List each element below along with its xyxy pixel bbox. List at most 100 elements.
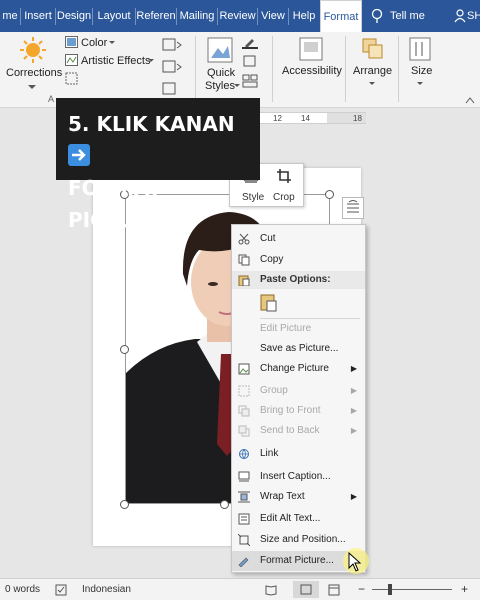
accessibility-icon (299, 37, 323, 61)
alt-text-icon (238, 513, 250, 525)
tab-home[interactable]: me (0, 0, 20, 32)
menu-item-size-and-position[interactable]: Size and Position... (232, 530, 365, 550)
tab-format[interactable]: Format (320, 0, 362, 32)
picture-layout-icon (242, 74, 258, 88)
horizontal-ruler: 12 14 18 (256, 112, 366, 124)
resize-handle[interactable] (220, 500, 229, 509)
chevron-down-icon (234, 84, 240, 87)
menu-item-copy[interactable]: Copy (232, 250, 365, 270)
ruler-tick: 14 (301, 114, 310, 123)
menu-item-link[interactable]: Link (232, 444, 365, 464)
status-bar: 0 words Indonesian − + (0, 578, 480, 600)
artistic-effects-button[interactable]: Artistic Effects (81, 55, 150, 67)
read-mode-icon[interactable] (265, 584, 277, 596)
submenu-arrow-icon: ▶ (350, 426, 357, 435)
tab-review[interactable]: Review (218, 0, 257, 32)
wrap-text-icon (238, 491, 250, 503)
accessibility-button[interactable]: Accessibility (282, 65, 342, 77)
right-arrow-icon (68, 144, 90, 166)
copy-icon (238, 254, 250, 266)
web-layout-icon[interactable] (328, 584, 340, 596)
arrange-icon (362, 38, 383, 59)
menu-item-save-as-picture[interactable]: Save as Picture... (232, 339, 365, 359)
chevron-down-icon (369, 82, 375, 85)
menu-item-insert-caption[interactable]: Insert Caption... (232, 467, 365, 487)
user-initials[interactable]: SH (467, 0, 480, 32)
tab-mailings[interactable]: Mailing (177, 0, 217, 32)
menu-item-bring-to-front: Bring to Front ▶ (232, 401, 365, 421)
transparency-icon (65, 72, 78, 85)
tab-layout[interactable]: Layout (93, 0, 135, 32)
corrections-button[interactable]: Corrections (6, 67, 62, 79)
menu-item-label: Send to Back (260, 425, 320, 436)
menu-item-edit-picture: Edit Picture (232, 319, 365, 339)
menu-item-label: Edit Picture (260, 323, 312, 334)
chevron-down-icon (28, 85, 36, 89)
clipboard-picture-icon (260, 294, 277, 312)
menu-item-wrap-text[interactable]: Wrap Text ▶ (232, 487, 365, 507)
size-position-icon (238, 534, 250, 546)
reset-picture-icon (162, 82, 176, 95)
tab-design[interactable]: Design (56, 0, 92, 32)
size-icon (409, 37, 431, 61)
resize-handle[interactable] (120, 500, 129, 509)
corrections-icon (20, 37, 46, 63)
menu-item-label: Link (260, 448, 279, 459)
menu-item-label: Size and Position... (260, 534, 346, 545)
context-menu: Cut Copy Paste Options: Edit Picture Sav… (231, 224, 366, 573)
resize-handle[interactable] (325, 190, 334, 199)
lightbulb-icon (371, 9, 383, 23)
size-button[interactable]: Size (411, 65, 432, 77)
ribbon-tab-bar: me Insert Design Layout Referen Mailing … (0, 0, 480, 32)
zoom-slider-thumb[interactable] (388, 584, 392, 595)
change-picture-icon (162, 60, 182, 73)
menu-item-send-to-back: Send to Back ▶ (232, 421, 365, 441)
change-picture-icon (238, 363, 250, 375)
paste-keep-formatting-button[interactable] (259, 293, 279, 313)
quick-styles-line1[interactable]: Quick (207, 67, 235, 79)
bring-to-front-icon (238, 405, 250, 417)
menu-item-label: Group (260, 385, 288, 396)
tab-insert[interactable]: Insert (21, 0, 55, 32)
send-to-back-icon (238, 425, 250, 437)
paste-icon (238, 275, 250, 286)
resize-handle[interactable] (120, 345, 129, 354)
layout-options-icon (347, 200, 359, 213)
adjust-group-label: A (48, 94, 55, 104)
menu-item-cut[interactable]: Cut (232, 229, 365, 249)
picture-effects-icon (243, 55, 256, 67)
collapse-ribbon-icon[interactable] (465, 96, 475, 104)
chevron-down-icon (109, 41, 115, 44)
arrange-button[interactable]: Arrange (353, 65, 392, 77)
tell-me-search[interactable]: Tell me (390, 0, 432, 32)
paste-options-label: Paste Options: (260, 274, 331, 285)
picture-border-icon (242, 39, 258, 49)
chevron-down-icon (417, 82, 423, 85)
caption-line-1: 5. KLIK KANAN (68, 112, 235, 136)
tab-references[interactable]: Referen (136, 0, 176, 32)
crop-button[interactable]: Crop (273, 192, 295, 203)
tab-view[interactable]: View (258, 0, 288, 32)
insert-caption-icon (238, 471, 250, 482)
proofing-icon[interactable] (55, 584, 67, 596)
tutorial-caption-banner: 5. KLIK KANAN FORMAT PICTURE (56, 98, 260, 232)
word-count[interactable]: 0 words (5, 584, 40, 595)
format-picture-icon (238, 557, 249, 567)
menu-item-label: Cut (260, 233, 276, 244)
menu-item-edit-alt-text[interactable]: Edit Alt Text... (232, 509, 365, 529)
layout-options-button[interactable] (342, 197, 364, 219)
submenu-arrow-icon: ▶ (350, 492, 357, 501)
print-layout-button[interactable] (293, 581, 319, 598)
quick-styles-line2[interactable]: Styles (205, 80, 235, 92)
zoom-slider[interactable] (372, 589, 452, 590)
color-button[interactable]: Color (81, 37, 107, 49)
submenu-arrow-icon: ▶ (350, 364, 357, 373)
ribbon-format: Corrections Color Artistic Effects A Qui… (0, 32, 480, 108)
submenu-arrow-icon: ▶ (350, 406, 357, 415)
language-indicator[interactable]: Indonesian (82, 584, 131, 595)
menu-item-label: Change Picture (260, 363, 329, 374)
zoom-in-icon[interactable]: + (461, 582, 468, 596)
tab-help[interactable]: Help (289, 0, 319, 32)
menu-item-change-picture[interactable]: Change Picture ▶ (232, 359, 365, 379)
zoom-out-icon[interactable]: − (358, 582, 365, 596)
